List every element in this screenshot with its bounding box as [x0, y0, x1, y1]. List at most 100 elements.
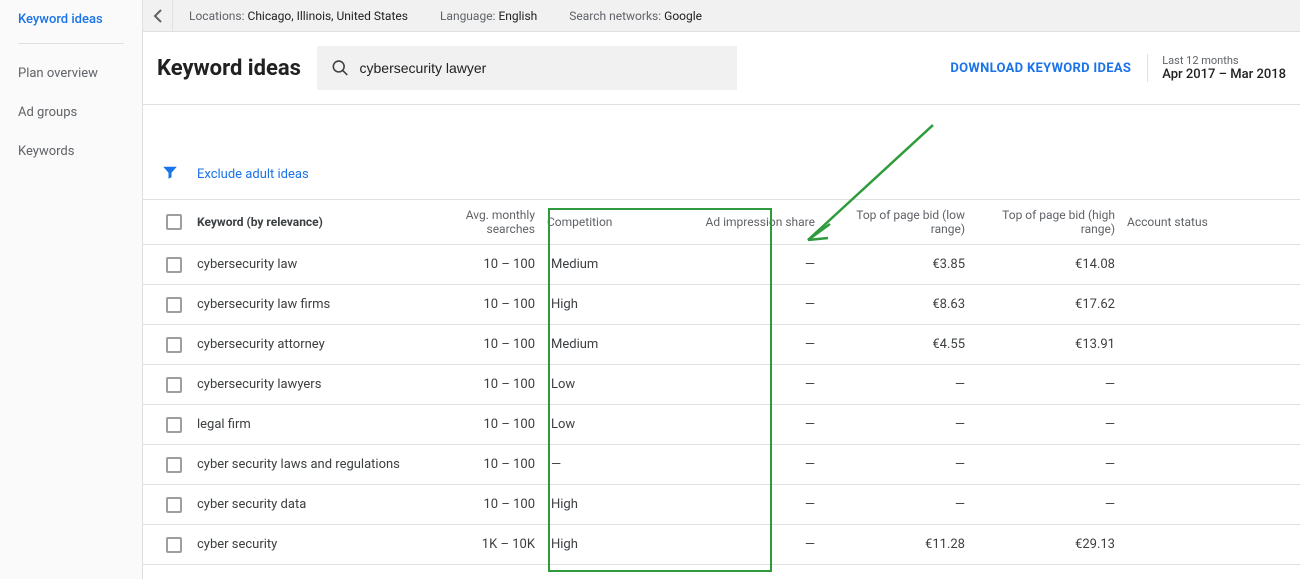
page-title: Keyword ideas	[157, 56, 301, 81]
select-all-checkbox[interactable]	[157, 206, 191, 238]
chevron-left-icon	[153, 9, 163, 23]
cell-searches: 10 – 100	[411, 257, 541, 272]
row-checkbox[interactable]	[157, 537, 191, 553]
cell-keyword: legal firm	[191, 417, 411, 432]
networks-value: Google	[664, 9, 702, 23]
table-row[interactable]: legal firm10 – 100Low———	[143, 405, 1300, 445]
cell-bid-low: €3.85	[821, 257, 971, 272]
locations-value: Chicago, Illinois, United States	[248, 9, 408, 23]
sidebar-item-plan-overview[interactable]: Plan overview	[0, 54, 142, 93]
targeting-language[interactable]: Language: English	[424, 9, 553, 23]
cell-searches: 10 – 100	[411, 497, 541, 512]
table-row[interactable]: cybersecurity law10 – 100Medium—€3.85€14…	[143, 245, 1300, 285]
search-box[interactable]	[317, 46, 737, 90]
col-competition[interactable]: Competition	[541, 207, 621, 237]
cell-bid-low: —	[821, 457, 971, 472]
cell-competition: High	[541, 297, 621, 312]
cell-searches: 10 – 100	[411, 417, 541, 432]
cell-keyword: cybersecurity attorney	[191, 337, 411, 352]
sidebar-item-keyword-ideas[interactable]: Keyword ideas	[0, 0, 142, 39]
col-account-status[interactable]: Account status	[1121, 207, 1261, 237]
cell-impression-share: —	[621, 377, 821, 392]
table-row[interactable]: cybersecurity law firms10 – 100High—€8.6…	[143, 285, 1300, 325]
col-impression-share[interactable]: Ad impression share	[621, 207, 821, 237]
cell-bid-low: €4.55	[821, 337, 971, 352]
language-label: Language:	[440, 9, 496, 23]
cell-keyword: cyber security data	[191, 497, 411, 512]
networks-label: Search networks:	[569, 9, 661, 23]
cell-competition: —	[541, 457, 621, 472]
cell-bid-low: €8.63	[821, 297, 971, 312]
targeting-bar: Locations: Chicago, Illinois, United Sta…	[143, 0, 1300, 32]
cell-bid-high: —	[971, 457, 1121, 472]
cell-keyword: cyber security laws and regulations	[191, 457, 411, 472]
cell-impression-share: —	[621, 457, 821, 472]
cell-searches: 10 – 100	[411, 377, 541, 392]
date-range-label: Last 12 months	[1162, 54, 1286, 67]
col-keyword[interactable]: Keyword (by relevance)	[191, 207, 411, 237]
row-checkbox[interactable]	[157, 297, 191, 313]
locations-label: Locations:	[189, 9, 245, 23]
cell-searches: 10 – 100	[411, 337, 541, 352]
sidebar: Keyword ideas Plan overview Ad groups Ke…	[0, 0, 143, 579]
targeting-locations[interactable]: Locations: Chicago, Illinois, United Sta…	[173, 9, 424, 23]
cell-impression-share: —	[621, 337, 821, 352]
cell-searches: 10 – 100	[411, 297, 541, 312]
row-checkbox[interactable]	[157, 377, 191, 393]
sidebar-item-ad-groups[interactable]: Ad groups	[0, 93, 142, 132]
cell-competition: Low	[541, 417, 621, 432]
main-panel: Locations: Chicago, Illinois, United Sta…	[143, 0, 1300, 579]
cell-bid-low: —	[821, 417, 971, 432]
filter-bar: Exclude adult ideas	[143, 149, 1300, 199]
cell-impression-share: —	[621, 257, 821, 272]
cell-searches: 1K – 10K	[411, 537, 541, 552]
table-row[interactable]: cyber security1K – 10KHigh—€11.28€29.13	[143, 525, 1300, 565]
col-bid-high[interactable]: Top of page bid (high range)	[971, 200, 1121, 244]
cell-bid-high: —	[971, 497, 1121, 512]
targeting-networks[interactable]: Search networks: Google	[553, 9, 718, 23]
table-header: Keyword (by relevance) Avg. monthly sear…	[143, 200, 1300, 245]
row-checkbox[interactable]	[157, 417, 191, 433]
sidebar-item-keywords[interactable]: Keywords	[0, 132, 142, 171]
back-button[interactable]	[143, 0, 173, 32]
cell-bid-low: €11.28	[821, 537, 971, 552]
table-row[interactable]: cyber security laws and regulations10 – …	[143, 445, 1300, 485]
row-checkbox[interactable]	[157, 457, 191, 473]
row-checkbox[interactable]	[157, 497, 191, 513]
cell-bid-high: €14.08	[971, 257, 1121, 272]
keywords-table: Keyword (by relevance) Avg. monthly sear…	[143, 199, 1300, 565]
table-row[interactable]: cybersecurity attorney10 – 100Medium—€4.…	[143, 325, 1300, 365]
row-checkbox[interactable]	[157, 257, 191, 273]
cell-bid-high: €17.62	[971, 297, 1121, 312]
filter-icon[interactable]	[161, 163, 179, 185]
search-icon	[331, 58, 350, 78]
cell-searches: 10 – 100	[411, 457, 541, 472]
cell-competition: Medium	[541, 257, 621, 272]
cell-impression-share: —	[621, 497, 821, 512]
date-range-value: Apr 2017 – Mar 2018	[1162, 67, 1286, 82]
cell-keyword: cybersecurity law	[191, 257, 411, 272]
cell-bid-high: —	[971, 377, 1121, 392]
cell-bid-high: —	[971, 417, 1121, 432]
sidebar-divider	[18, 43, 124, 44]
row-checkbox[interactable]	[157, 337, 191, 353]
cell-competition: Medium	[541, 337, 621, 352]
table-row[interactable]: cyber security data10 – 100High———	[143, 485, 1300, 525]
cell-competition: High	[541, 497, 621, 512]
cell-keyword: cybersecurity lawyers	[191, 377, 411, 392]
cell-competition: Low	[541, 377, 621, 392]
cell-competition: High	[541, 537, 621, 552]
cell-keyword: cybersecurity law firms	[191, 297, 411, 312]
cell-impression-share: —	[621, 417, 821, 432]
language-value: English	[498, 9, 537, 23]
cell-impression-share: —	[621, 297, 821, 312]
col-bid-low[interactable]: Top of page bid (low range)	[821, 200, 971, 244]
cell-bid-high: €29.13	[971, 537, 1121, 552]
date-range-selector[interactable]: Last 12 months Apr 2017 – Mar 2018	[1147, 54, 1286, 82]
download-keyword-ideas-button[interactable]: DOWNLOAD KEYWORD IDEAS	[950, 61, 1131, 76]
col-searches[interactable]: Avg. monthly searches	[411, 200, 541, 244]
table-row[interactable]: cybersecurity lawyers10 – 100Low———	[143, 365, 1300, 405]
exclude-adult-ideas-link[interactable]: Exclude adult ideas	[197, 167, 309, 182]
cell-bid-low: —	[821, 497, 971, 512]
search-input[interactable]	[360, 60, 723, 76]
